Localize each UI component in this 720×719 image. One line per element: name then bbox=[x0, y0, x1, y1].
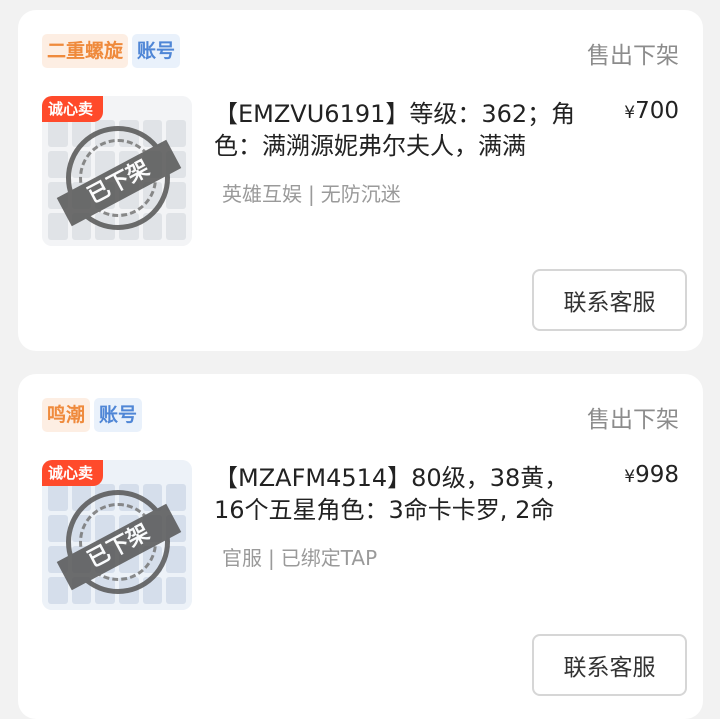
sincere-sale-badge: 诚心卖 bbox=[42, 460, 104, 486]
price-value: 700 bbox=[635, 98, 679, 124]
listing-thumbnail[interactable]: 诚心卖 已下架 bbox=[42, 460, 192, 610]
price-value: 998 bbox=[635, 462, 679, 488]
meta-separator: | bbox=[308, 182, 315, 206]
meta-info: 无防沉迷 bbox=[320, 182, 401, 206]
listing-meta: 官服 | 已绑定TAP bbox=[222, 542, 377, 571]
contact-service-button[interactable]: 联系客服 bbox=[532, 634, 687, 696]
listing-title[interactable]: 【MZAFM4514】80级，38黄，16个五星角色：3命卡卡罗, 2命 bbox=[214, 462, 594, 526]
listing-card[interactable]: 鸣潮 账号 售出下架 诚心卖 已下架 【MZAFM4514】80级，38黄，16… bbox=[18, 374, 703, 719]
price-currency: ¥ bbox=[624, 467, 636, 487]
delisted-stamp: 已下架 bbox=[56, 490, 182, 594]
meta-separator: | bbox=[268, 546, 275, 570]
tag-group: 二重螺旋 账号 bbox=[42, 34, 181, 68]
meta-server: 官服 bbox=[222, 546, 262, 570]
status-label: 售出下架 bbox=[587, 407, 679, 433]
listing-meta: 英雄互娱 | 无防沉迷 bbox=[222, 178, 401, 207]
game-tag: 二重螺旋 bbox=[42, 34, 129, 68]
listing-title[interactable]: 【EMZVU6191】等级：362；角色：满溯源妮弗尔夫人，满满 bbox=[214, 98, 594, 162]
price-currency: ¥ bbox=[624, 103, 636, 123]
meta-info: 已绑定TAP bbox=[280, 546, 378, 570]
contact-service-button[interactable]: 联系客服 bbox=[532, 269, 687, 331]
listing-price: ¥998 bbox=[624, 462, 679, 488]
listing-thumbnail[interactable]: 诚心卖 已下架 bbox=[42, 96, 192, 246]
listing-price: ¥700 bbox=[624, 98, 679, 124]
type-tag: 账号 bbox=[132, 34, 181, 68]
status-label: 售出下架 bbox=[587, 43, 679, 69]
game-tag: 鸣潮 bbox=[42, 398, 91, 432]
type-tag: 账号 bbox=[94, 398, 143, 432]
meta-server: 英雄互娱 bbox=[222, 182, 302, 206]
delisted-stamp: 已下架 bbox=[56, 126, 182, 230]
sincere-sale-badge: 诚心卖 bbox=[42, 96, 104, 122]
listing-card[interactable]: 二重螺旋 账号 售出下架 诚心卖 已下架 【EMZVU6191】等级：362；角… bbox=[18, 10, 703, 351]
tag-group: 鸣潮 账号 bbox=[42, 398, 143, 432]
